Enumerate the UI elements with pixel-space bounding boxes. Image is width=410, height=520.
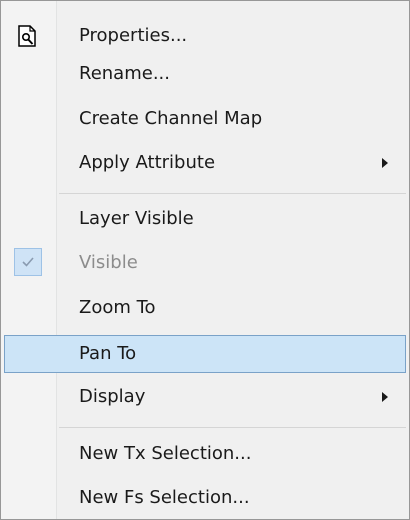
menu-item-new-fs-selection[interactable]: New Fs Selection...: [4, 479, 406, 517]
menu-item-visible: Visible: [4, 244, 406, 282]
menu-item-label: Zoom To: [79, 297, 156, 318]
context-menu: Properties... Rename... Create Channel M…: [0, 0, 410, 520]
menu-item-create-channel-map[interactable]: Create Channel Map: [4, 100, 406, 138]
menu-item-label: New Fs Selection...: [79, 487, 250, 508]
menu-item-zoom-to[interactable]: Zoom To: [4, 289, 406, 327]
menu-item-pan-to[interactable]: Pan To: [4, 335, 406, 373]
menu-item-label: Visible: [79, 252, 138, 273]
menu-separator: [59, 427, 406, 428]
menu-item-label: Create Channel Map: [79, 108, 263, 129]
menu-item-rename[interactable]: Rename...: [4, 55, 406, 93]
menu-item-apply-attribute[interactable]: Apply Attribute: [4, 144, 406, 182]
menu-item-label: New Tx Selection...: [79, 443, 252, 464]
menu-item-label: Layer Visible: [79, 208, 194, 229]
menu-item-properties[interactable]: Properties...: [4, 17, 406, 55]
submenu-arrow-icon: [382, 158, 388, 168]
menu-item-label: Display: [79, 386, 146, 407]
menu-item-label: Properties...: [79, 25, 188, 46]
menu-item-label: Rename...: [79, 63, 170, 84]
menu-separator: [59, 193, 406, 194]
menu-item-display[interactable]: Display: [4, 378, 406, 416]
menu-item-new-tx-selection[interactable]: New Tx Selection...: [4, 435, 406, 473]
menu-item-layer-visible[interactable]: Layer Visible: [4, 200, 406, 238]
menu-item-label: Pan To: [79, 343, 137, 364]
submenu-arrow-icon: [382, 392, 388, 402]
menu-item-label: Apply Attribute: [79, 152, 216, 173]
